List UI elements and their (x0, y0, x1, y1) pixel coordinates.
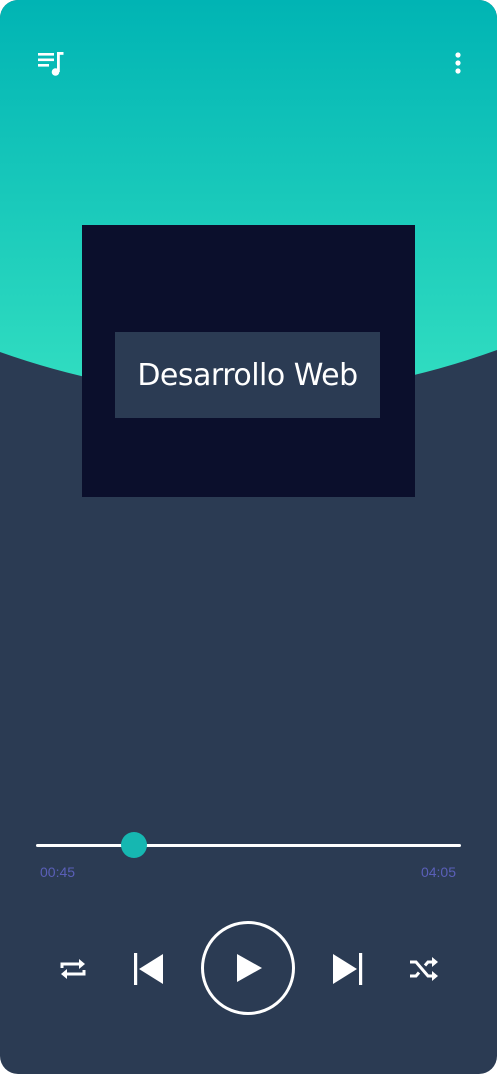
album-title: Desarrollo Web (115, 332, 380, 418)
playback-controls (0, 920, 497, 1018)
playlist-music-icon[interactable] (34, 46, 68, 80)
top-bar (0, 0, 497, 120)
play-icon (237, 954, 262, 982)
music-player-screen: Desarrollo Web 00:45 04:05 (0, 0, 497, 1074)
progress-knob[interactable] (120, 832, 147, 858)
skip-previous-icon[interactable] (128, 950, 166, 988)
repeat-icon[interactable] (54, 954, 92, 984)
more-vertical-icon[interactable] (446, 46, 470, 80)
shuffle-icon[interactable] (406, 954, 442, 984)
play-button[interactable] (201, 921, 295, 1015)
progress-track[interactable] (36, 844, 461, 847)
current-time: 00:45 (40, 864, 76, 880)
total-time: 04:05 (420, 864, 456, 880)
skip-next-icon[interactable] (330, 950, 368, 988)
album-cover: Desarrollo Web (82, 225, 415, 497)
